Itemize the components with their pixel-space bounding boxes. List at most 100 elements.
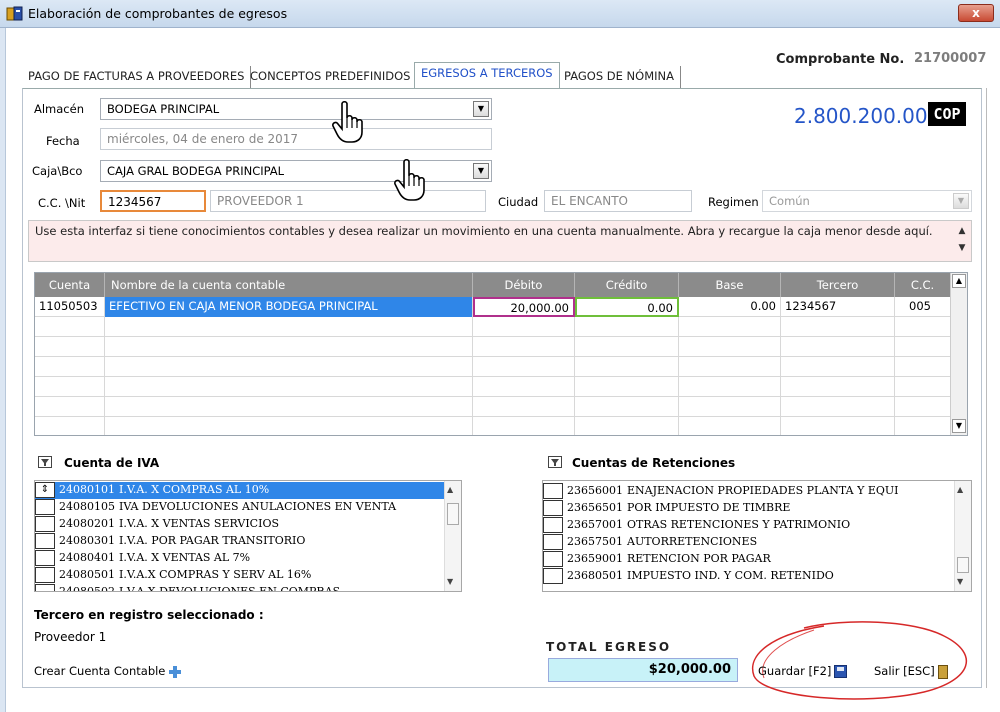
row-checkbox[interactable]	[543, 517, 563, 533]
row-selector-icon[interactable]: ⇕	[35, 482, 55, 498]
col-base[interactable]: Base	[679, 273, 781, 297]
window-title: Elaboración de comprobantes de egresos	[28, 6, 288, 21]
almacen-label: Almacén	[34, 102, 84, 116]
scroll-down-icon[interactable]: ▼	[957, 577, 963, 586]
salir-button[interactable]: Salir [ESC]	[874, 664, 948, 679]
proveedor-value: PROVEEDOR 1	[217, 194, 304, 208]
chevron-down-icon[interactable]: ▼	[473, 163, 489, 179]
fecha-field[interactable]: miércoles, 04 de enero de 2017	[100, 128, 492, 150]
salir-label: Salir [ESC]	[874, 664, 935, 678]
row-checkbox[interactable]	[35, 584, 55, 591]
scroll-up-icon[interactable]: ▲	[952, 274, 966, 288]
row-checkbox[interactable]	[543, 551, 563, 567]
list-item[interactable]: 24080501 I.V.A.X COMPRAS Y SERV AL 16%	[35, 567, 445, 584]
iva-scrollbar[interactable]: ▲ ▼	[444, 481, 461, 591]
comprobante-number: 21700007	[914, 51, 987, 66]
list-item[interactable]: 24080502 I.V.A X DEVOLUCIONES EN COMPRAS	[35, 584, 445, 591]
scroll-up-icon[interactable]: ▲	[957, 485, 963, 494]
regimen-select[interactable]: Común ▼	[762, 190, 972, 212]
scroll-down-icon[interactable]: ▼	[952, 419, 966, 433]
list-item[interactable]: 23657501 AUTORRETENCIONES	[543, 534, 955, 551]
caja-select[interactable]: CAJA GRAL BODEGA PRINCIPAL ▼	[100, 160, 492, 182]
cell-cc[interactable]: 005	[895, 297, 951, 317]
row-checkbox[interactable]	[543, 534, 563, 550]
cell-debito[interactable]: 20,000.00	[473, 297, 575, 317]
row-checkbox[interactable]	[543, 483, 563, 499]
list-item[interactable]: 23656501 POR IMPUESTO DE TIMBRE	[543, 500, 955, 517]
list-item[interactable]: 24080201 I.V.A. X VENTAS SERVICIOS	[35, 516, 445, 533]
chevron-down-icon[interactable]: ▼	[953, 193, 969, 209]
list-item[interactable]: 24080401 I.V.A. X VENTAS AL 7%	[35, 550, 445, 567]
fecha-label: Fecha	[46, 134, 80, 148]
currency-badge: COP	[928, 102, 966, 126]
grid-scrollbar[interactable]: ▲ ▼	[950, 273, 967, 435]
accounts-grid: Cuenta Nombre de la cuenta contable Débi…	[34, 272, 968, 436]
list-item[interactable]: 24080301 I.V.A. POR PAGAR TRANSITORIO	[35, 533, 445, 550]
scroll-thumb[interactable]	[957, 557, 969, 573]
grid-header: Cuenta Nombre de la cuenta contable Débi…	[35, 273, 951, 297]
table-row[interactable]	[35, 337, 951, 357]
tab-egresos-terceros[interactable]: EGRESOS A TERCEROS	[414, 62, 560, 88]
row-checkbox[interactable]	[35, 516, 55, 532]
crear-cuenta-button[interactable]: Crear Cuenta Contable	[34, 664, 182, 678]
col-tercero[interactable]: Tercero	[781, 273, 895, 297]
guardar-button[interactable]: Guardar [F2]	[758, 664, 848, 678]
retenciones-scrollbar[interactable]: ▲ ▼	[954, 481, 971, 591]
col-nombre[interactable]: Nombre de la cuenta contable	[105, 273, 473, 297]
cell-nombre[interactable]: EFECTIVO EN CAJA MENOR BODEGA PRINCIPAL	[105, 297, 473, 317]
total-egreso-label: TOTAL EGRESO	[546, 640, 672, 654]
table-row[interactable]	[35, 397, 951, 417]
table-row[interactable]	[35, 377, 951, 397]
ciudad-field: EL ENCANTO	[544, 190, 692, 212]
tab-pago-facturas[interactable]: PAGO DE FACTURAS A PROVEEDORES	[22, 66, 252, 88]
scroll-up-icon[interactable]: ▲	[447, 485, 453, 494]
crear-cuenta-label: Crear Cuenta Contable	[34, 664, 166, 678]
tercero-selected-value: Proveedor 1	[34, 630, 107, 644]
list-item[interactable]: ⇕ 24080101 I.V.A. X COMPRAS AL 10%	[35, 482, 445, 499]
ccnit-input[interactable]: 1234567	[100, 190, 206, 212]
col-debito[interactable]: Débito	[473, 273, 575, 297]
scroll-thumb[interactable]	[447, 503, 459, 525]
row-checkbox[interactable]	[543, 568, 563, 584]
cell-cuenta[interactable]: 11050503	[35, 297, 105, 317]
tab-conceptos-predefinidos[interactable]: CONCEPTOS PREDEFINIDOS	[244, 66, 418, 88]
row-checkbox[interactable]	[35, 567, 55, 583]
iva-listbox: ⇕ 24080101 I.V.A. X COMPRAS AL 10% 24080…	[34, 480, 462, 592]
regimen-label: Regimen	[708, 195, 759, 209]
filter-icon[interactable]	[548, 456, 562, 468]
caja-value: CAJA GRAL BODEGA PRINCIPAL	[107, 164, 285, 178]
list-item[interactable]: 23656001 ENAJENACION PROPIEDADES PLANTA Y…	[543, 483, 955, 500]
panel-right-frame	[986, 88, 994, 688]
info-notice: Use esta interfaz si tiene conocimientos…	[28, 220, 972, 262]
table-row[interactable]	[35, 357, 951, 377]
table-row[interactable]: 11050503 EFECTIVO EN CAJA MENOR BODEGA P…	[35, 297, 951, 317]
col-cuenta[interactable]: Cuenta	[35, 273, 105, 297]
almacen-select[interactable]: BODEGA PRINCIPAL ▼	[100, 98, 492, 120]
row-checkbox[interactable]	[543, 500, 563, 516]
row-checkbox[interactable]	[35, 499, 55, 515]
col-cc[interactable]: C.C.	[895, 273, 951, 297]
table-row[interactable]	[35, 317, 951, 337]
list-item[interactable]: 23659001 RETENCION POR PAGAR	[543, 551, 955, 568]
highlight-circle	[751, 621, 967, 700]
table-row[interactable]	[35, 417, 951, 435]
ciudad-label: Ciudad	[498, 195, 539, 209]
chevron-down-icon[interactable]: ▼	[473, 101, 489, 117]
list-item[interactable]: 23657001 OTRAS RETENCIONES Y PATRIMONIO	[543, 517, 955, 534]
close-button[interactable]: x	[958, 4, 994, 22]
filter-icon[interactable]	[38, 456, 52, 468]
ciudad-value: EL ENCANTO	[551, 194, 628, 208]
col-credito[interactable]: Crédito	[575, 273, 679, 297]
cell-credito[interactable]: 0.00	[575, 297, 679, 317]
list-item[interactable]: 23680501 IMPUESTO IND. Y COM. RETENIDO	[543, 568, 955, 585]
ledger-icon	[6, 6, 23, 21]
ccnit-value: 1234567	[108, 195, 162, 209]
tab-pagos-nomina[interactable]: PAGOS DE NÓMINA	[558, 66, 681, 88]
notice-scrollbar[interactable]: ▲ ▼	[955, 223, 969, 259]
cell-tercero[interactable]: 1234567	[781, 297, 895, 317]
cell-base[interactable]: 0.00	[679, 297, 781, 317]
row-checkbox[interactable]	[35, 533, 55, 549]
scroll-down-icon[interactable]: ▼	[447, 577, 453, 586]
row-checkbox[interactable]	[35, 550, 55, 566]
list-item[interactable]: 24080105 IVA DEVOLUCIONES ANULACIONES EN …	[35, 499, 445, 516]
